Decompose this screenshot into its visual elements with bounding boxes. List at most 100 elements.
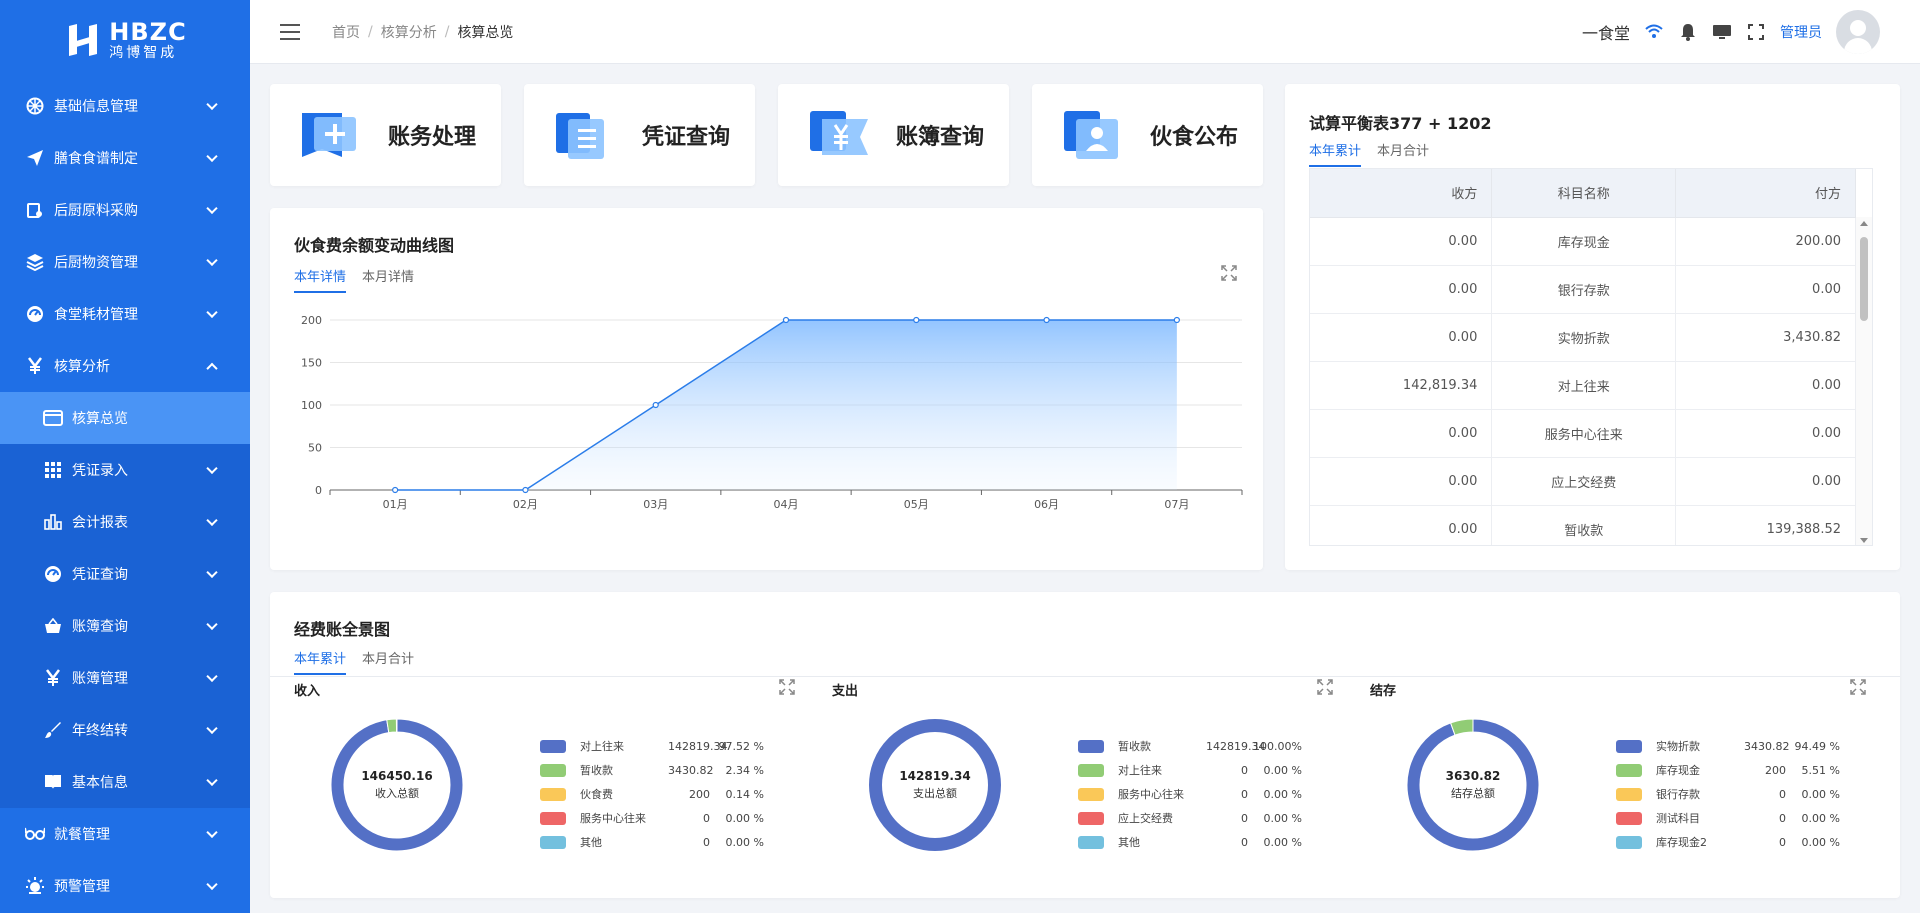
data-point[interactable] [392,486,399,494]
y-tick-label: 200 [301,314,322,327]
table-row[interactable]: 142,819.34 对上往来 0.00 [1310,361,1856,410]
chevron-down-icon [206,878,218,891]
legend-item[interactable]: 暂收款 3430.82 2.34 % [540,758,780,782]
sidebar-item-glasses-0[interactable]: 就餐管理 [0,808,250,860]
y-tick-label: 50 [308,442,322,455]
breadcrumb: 首页 / 核算分析 / 核算总览 [332,22,514,42]
monitor-icon[interactable] [1712,22,1732,42]
breadcrumb-home[interactable]: 首页 [332,22,360,42]
expand-icon[interactable] [1220,264,1238,282]
sidebar-item-dashboard-0[interactable]: 基础信息管理 [0,80,250,132]
sidebar-item-brush-6[interactable]: 年终结转 [0,704,250,756]
section-title: 收入 [294,684,321,699]
legend-item[interactable]: 暂收款 142819.34 100.00% [1078,734,1318,758]
tab-year-detail[interactable]: 本年详情 [294,266,347,293]
sidebar-item-label: 凭证查询 [72,567,128,583]
quick-card-accounting[interactable]: 账务处理 [270,84,501,186]
legend-item[interactable]: 服务中心往来 0 0.00 % [1078,782,1318,806]
sidebar-item-yen-5[interactable]: 核算分析 [0,340,250,392]
brush-icon [42,719,64,741]
canteen-selector[interactable]: 一食堂 [1582,20,1630,44]
trial-balance-panel: 试算平衡表377 + 1202 本年累计 本月合计 收方 科目名称 付方 0.0… [1285,84,1900,570]
sidebar-item-yen-5[interactable]: 账簿管理 [0,652,250,704]
table-row[interactable]: 0.00 实物折款 3,430.82 [1310,313,1856,362]
column-header-credit[interactable]: 付方 [1675,169,1856,218]
sidebar-item-book-7[interactable]: 基本信息 [0,756,250,808]
tab-month-detail[interactable]: 本月详情 [362,266,414,293]
table-row[interactable]: 0.00 银行存款 0.00 [1310,265,1856,314]
legend-item[interactable]: 库存现金 200 5.51 % [1616,758,1856,782]
sidebar-item-basket-4[interactable]: 账簿查询 [0,600,250,652]
data-point[interactable] [1173,316,1180,324]
tab-month-total[interactable]: 本月合计 [1377,140,1429,167]
sidebar-item-window-0[interactable]: 核算总览 [0,392,250,444]
sidebar-item-gauge-4[interactable]: 食堂耗材管理 [0,288,250,340]
legend-value: 200 [1765,763,1786,777]
sidebar-item-bar-chart-2[interactable]: 会计报表 [0,496,250,548]
donut-total: 142819.34 [899,769,971,783]
legend-value: 0 [1779,835,1786,849]
legend-item[interactable]: 对上往来 0 0.00 % [1078,758,1318,782]
tab-month-total[interactable]: 本月合计 [362,648,414,675]
legend-item[interactable]: 伙食费 200 0.14 % [540,782,780,806]
sidebar-item-label: 食堂耗材管理 [54,307,138,323]
sidebar-item-layers-3[interactable]: 后厨物资管理 [0,236,250,288]
sidebar-item-label: 账簿管理 [72,671,128,687]
breadcrumb-analysis[interactable]: 核算分析 [381,22,437,42]
expand-icon[interactable] [1849,678,1867,696]
data-point[interactable] [522,486,529,494]
legend-swatch [540,739,566,753]
expand-icon[interactable] [1316,678,1334,696]
legend-item[interactable]: 其他 0 0.00 % [540,830,780,854]
admin-user-label[interactable]: 管理员 [1780,22,1822,42]
fullscreen-icon[interactable] [1746,22,1766,42]
expand-icon[interactable] [778,678,796,696]
quick-card-voucher[interactable]: 凭证查询 [524,84,755,186]
sidebar-item-grid-1[interactable]: 凭证录入 [0,444,250,496]
legend-item[interactable]: 银行存款 0 0.00 % [1616,782,1856,806]
table-row[interactable]: 0.00 暂收款 139,388.52 [1310,505,1856,545]
legend-item[interactable]: 测试科目 0 0.00 % [1616,806,1856,830]
table-row[interactable]: 0.00 应上交经费 0.00 [1310,457,1856,506]
x-tick-label: 07月 [1164,498,1189,511]
cell-credit: 139,388.52 [1675,505,1856,545]
sidebar-item-purchase-2[interactable]: 后厨原料采购 [0,184,250,236]
table-row[interactable]: 0.00 服务中心往来 0.00 [1310,409,1856,458]
cell-credit: 3,430.82 [1675,313,1856,362]
legend-name: 测试科目 [1656,812,1700,825]
data-point[interactable] [1043,316,1050,324]
tab-year-total[interactable]: 本年累计 [294,648,347,675]
legend-item[interactable]: 服务中心往来 0 0.00 % [540,806,780,830]
column-header-debit[interactable]: 收方 [1310,169,1493,218]
legend-value: 200 [689,787,710,801]
tab-year-total[interactable]: 本年累计 [1309,140,1362,167]
sidebar-item-alarm-1[interactable]: 预警管理 [0,860,250,912]
bell-icon[interactable] [1678,22,1698,42]
sidebar-item-gauge-3[interactable]: 凭证查询 [0,548,250,600]
sidebar-item-send-1[interactable]: 膳食食谱制定 [0,132,250,184]
quick-card-ledger[interactable]: 账簿查询 [778,84,1009,186]
data-point[interactable] [913,316,920,324]
quick-card-label: 账务处理 [388,125,477,150]
sidebar-item-label: 就餐管理 [54,827,110,843]
data-point[interactable] [782,316,790,324]
menu-toggle-icon[interactable] [280,23,300,40]
legend-item[interactable]: 应上交经费 0 0.00 % [1078,806,1318,830]
legend-item[interactable]: 对上往来 142819.34 97.52 % [540,734,780,758]
data-point[interactable] [652,401,659,409]
legend-item[interactable]: 其他 0 0.00 % [1078,830,1318,854]
legend-swatch [1616,763,1642,777]
legend-value: 0 [1779,811,1786,825]
table-row[interactable]: 0.00 库存现金 200.00 [1310,217,1856,266]
top-header: 首页 / 核算分析 / 核算总览 一食堂 管理员 [250,0,1920,64]
table-scrollbar[interactable] [1856,217,1872,545]
legend-item[interactable]: 实物折款 3430.82 94.49 % [1616,734,1856,758]
brand-logo[interactable]: HBZC 鸿博智成 [0,0,250,80]
avatar[interactable] [1836,10,1880,54]
legend-name: 银行存款 [1656,788,1700,801]
quick-card-notice[interactable]: 伙食公布 [1032,84,1263,186]
column-header-account[interactable]: 科目名称 [1491,169,1677,218]
legend-percent: 0.00 % [725,811,764,825]
window-icon [42,407,64,429]
legend-item[interactable]: 库存现金2 0 0.00 % [1616,830,1856,854]
